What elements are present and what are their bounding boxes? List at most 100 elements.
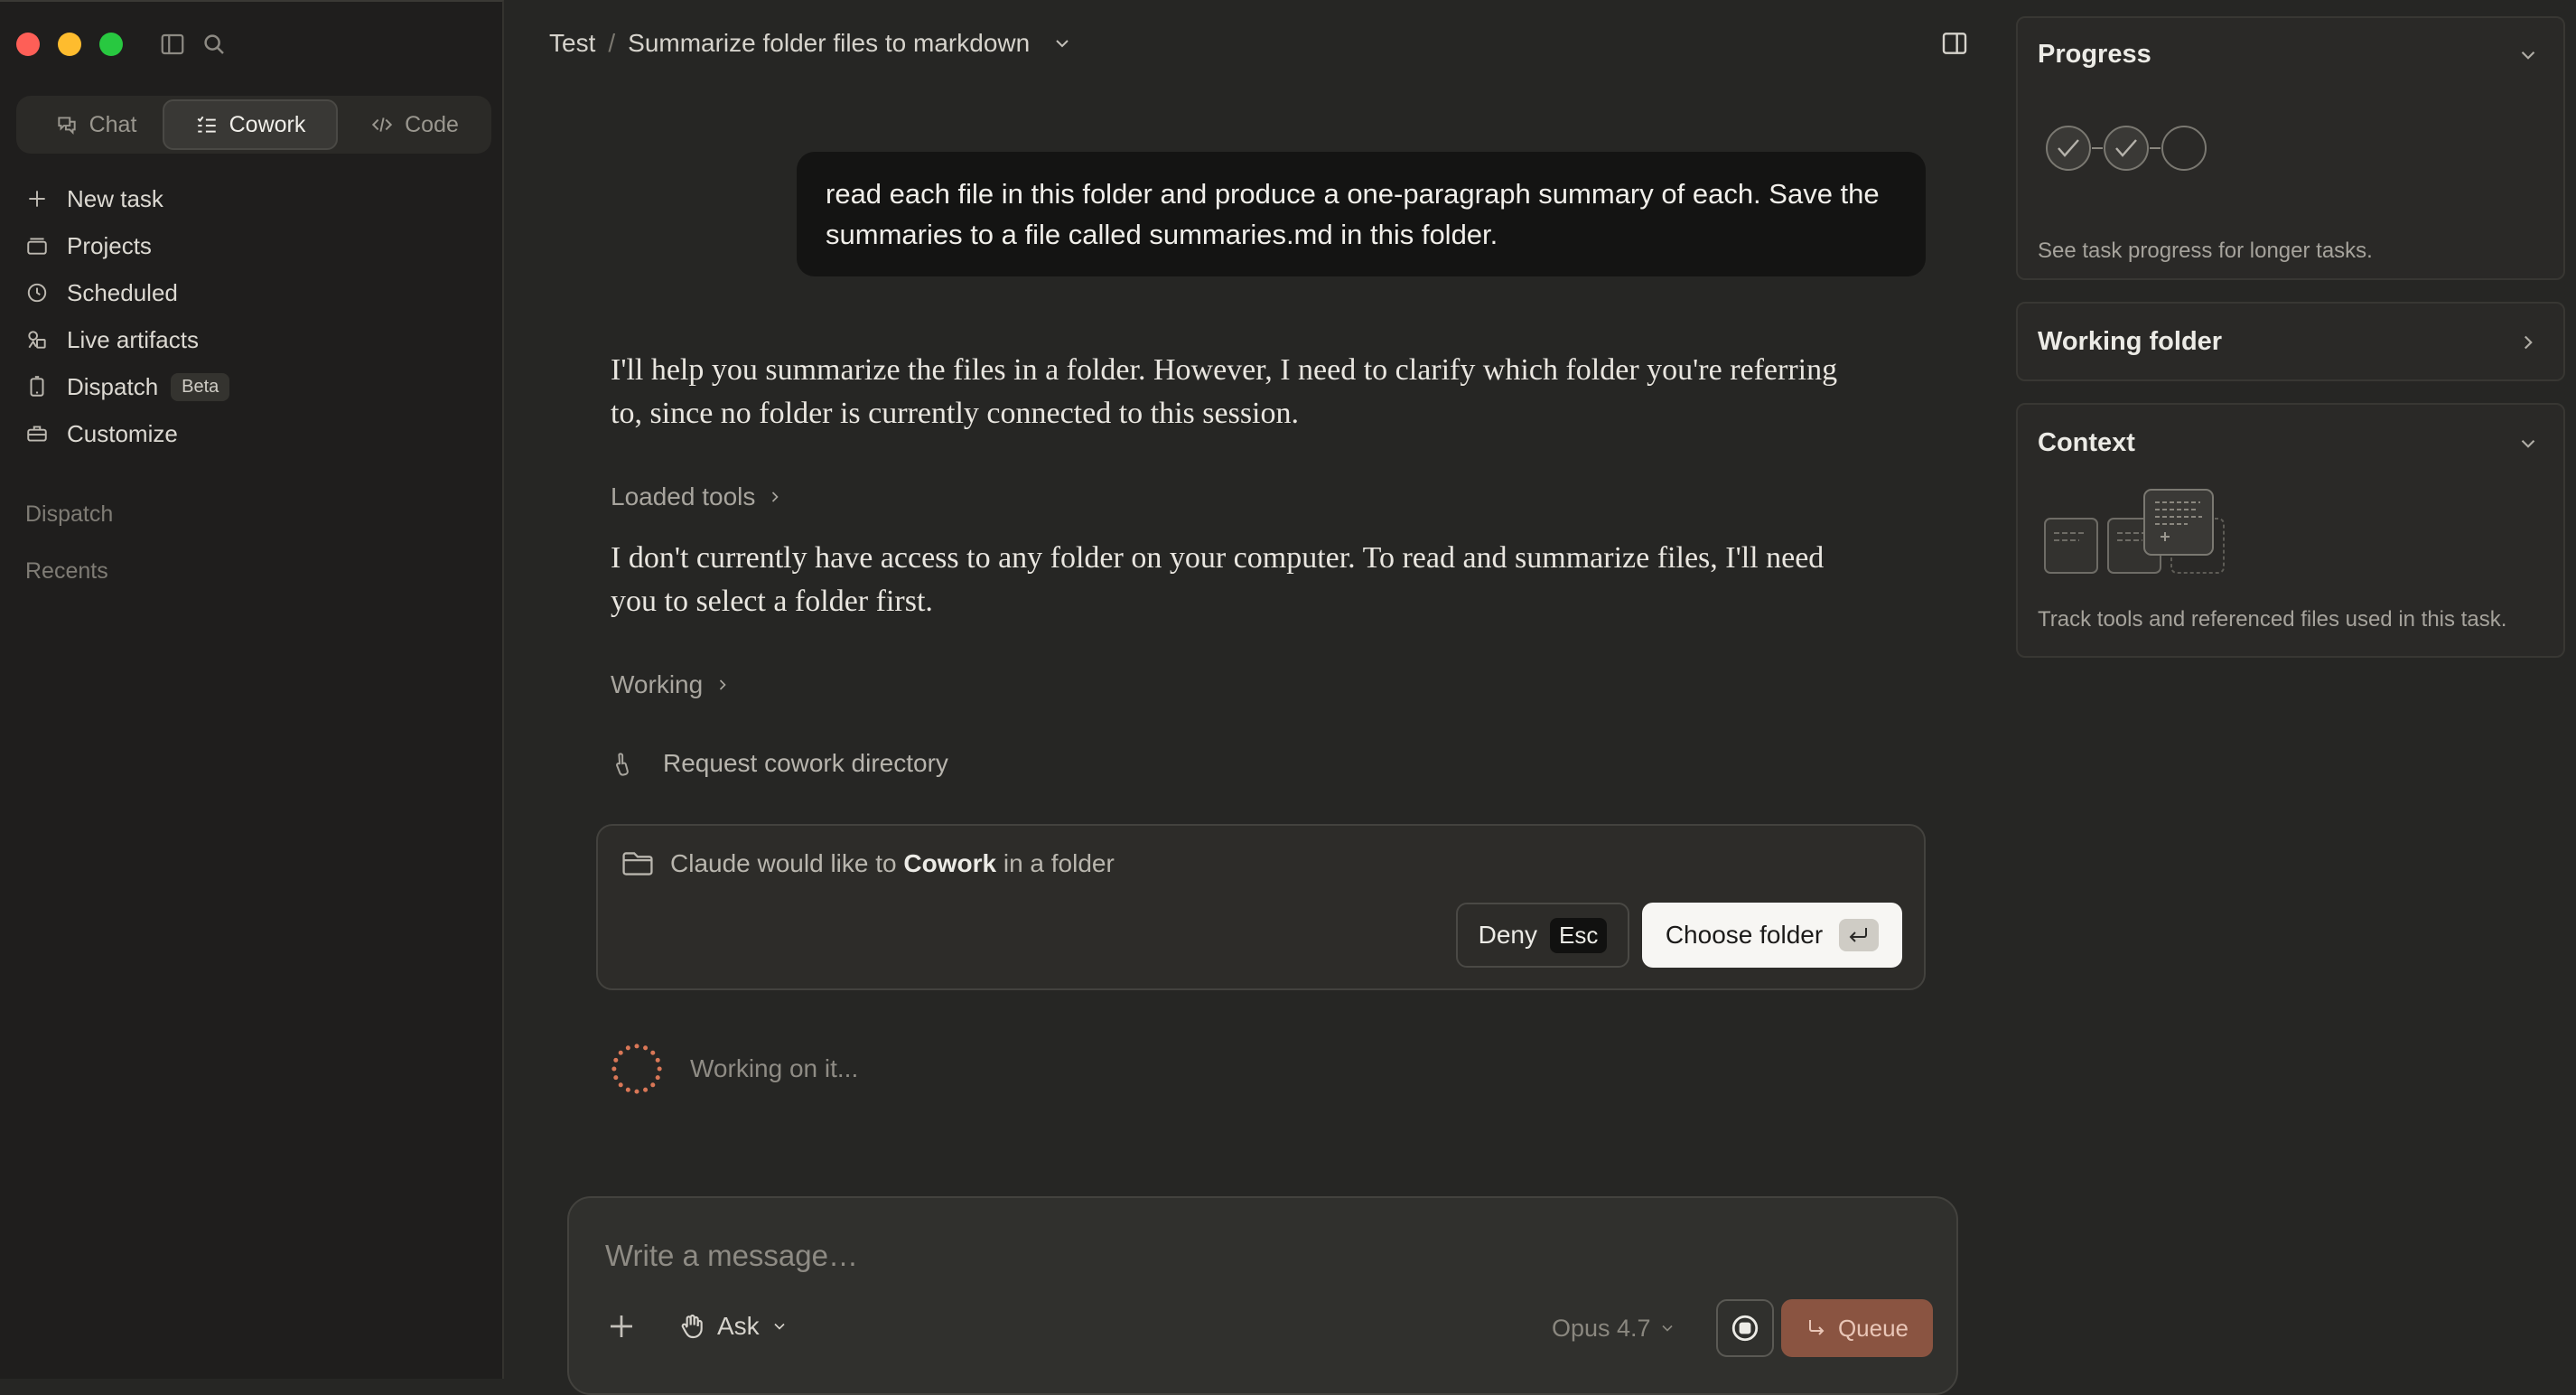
folder-stack-icon xyxy=(27,238,47,255)
stop-icon xyxy=(1731,1315,1759,1342)
beta-badge: Beta xyxy=(171,372,230,401)
close-window-button[interactable] xyxy=(16,33,40,56)
pointing-hand-icon xyxy=(616,753,629,776)
code-brackets-icon xyxy=(371,117,393,132)
sidebar-item-label: Projects xyxy=(67,231,152,259)
sidebar: Chat Cowork Code New task Projects Sched… xyxy=(0,0,504,1379)
chevron-down-icon xyxy=(774,1323,785,1330)
sidebar-item-projects[interactable]: Projects xyxy=(25,226,152,266)
message-composer: Ask Opus 4.7 Queue xyxy=(567,1196,1958,1395)
chevron-down-icon[interactable] xyxy=(2516,432,2540,455)
tool-call-label: Request cowork directory xyxy=(663,749,948,777)
context-files-illustration xyxy=(2044,489,2225,574)
chevron-right-icon xyxy=(2524,335,2533,350)
arrow-turn-down-right-icon xyxy=(1808,1320,1825,1335)
chevron-right-icon xyxy=(772,492,779,502)
loaded-tools-label: Loaded tools xyxy=(611,482,756,510)
sidebar-item-live-artifacts[interactable]: Live artifacts xyxy=(25,320,199,360)
mode-label: Ask xyxy=(717,1312,760,1340)
add-attachment-button[interactable] xyxy=(605,1310,638,1343)
permission-mode: Cowork xyxy=(903,849,997,877)
sidebar-item-label: Customize xyxy=(67,419,178,447)
permission-prefix: Claude would like to xyxy=(670,849,897,877)
plus-icon xyxy=(611,1315,632,1337)
tab-code-label: Code xyxy=(405,111,459,137)
permission-suffix: in a folder xyxy=(1003,849,1115,877)
progress-step-pending xyxy=(2161,126,2207,171)
progress-card: Progress See task progress for longer ta… xyxy=(2016,16,2565,280)
working-status: Working on it... xyxy=(611,1043,858,1095)
tab-code[interactable]: Code xyxy=(341,99,488,150)
working-folder-title: Working folder xyxy=(2038,327,2223,356)
breadcrumb-project[interactable]: Test xyxy=(549,29,595,58)
context-card: Context Track tools and referenced files… xyxy=(2016,403,2565,658)
choose-folder-label: Choose folder xyxy=(1665,921,1824,949)
permission-request-card: Claude would like to Cowork in a folder … xyxy=(596,824,1926,990)
assistant-message: I don't currently have access to any fol… xyxy=(611,541,1825,618)
deny-button-label: Deny xyxy=(1478,921,1538,949)
search-icon[interactable] xyxy=(201,31,228,58)
maximize-window-button[interactable] xyxy=(99,33,123,56)
plus-icon xyxy=(29,191,45,207)
sidebar-item-scheduled[interactable]: Scheduled xyxy=(25,273,178,313)
folder-icon xyxy=(622,852,653,875)
mode-switcher: Chat Cowork Code xyxy=(16,96,491,154)
tab-chat-label: Chat xyxy=(89,111,137,137)
chat-bubbles-icon xyxy=(57,117,76,136)
model-label: Opus 4.7 xyxy=(1552,1314,1651,1342)
minimize-window-button[interactable] xyxy=(58,33,81,56)
hand-icon xyxy=(681,1314,703,1339)
breadcrumb-separator: / xyxy=(608,29,616,57)
section-label-recents[interactable]: Recents xyxy=(25,558,108,585)
stop-button[interactable] xyxy=(1716,1299,1774,1357)
sidebar-item-label: Live artifacts xyxy=(67,325,199,353)
chevron-right-icon xyxy=(720,679,726,690)
enter-shortcut-badge xyxy=(1839,919,1880,951)
working-folder-card[interactable]: Working folder xyxy=(2016,302,2565,381)
working-label: Working xyxy=(611,670,704,698)
tab-cowork-label: Cowork xyxy=(229,111,306,137)
chevron-down-icon[interactable] xyxy=(2516,43,2540,67)
tab-cowork[interactable]: Cowork xyxy=(163,99,338,150)
page-title[interactable]: Summarize folder files to markdown xyxy=(628,29,1030,58)
context-description: Track tools and referenced files used in… xyxy=(2038,607,2507,632)
progress-steps xyxy=(2046,126,2207,171)
briefcase-icon xyxy=(27,426,47,442)
section-label-dispatch[interactable]: Dispatch xyxy=(25,501,113,528)
assistant-message: I'll help you summarize the files in a f… xyxy=(611,353,1838,430)
permission-message: Claude would like to Cowork in a folder xyxy=(621,849,1115,878)
tool-call-row[interactable]: Request cowork directory xyxy=(611,744,948,783)
context-title: Context xyxy=(2038,428,2135,457)
sidebar-item-dispatch[interactable]: Dispatch Beta xyxy=(25,367,230,407)
clock-icon xyxy=(27,283,47,303)
user-message: read each file in this folder and produc… xyxy=(797,152,1926,276)
shapes-icon xyxy=(28,331,46,349)
panel-toggle-icon[interactable] xyxy=(1940,29,1969,58)
chevron-down-icon[interactable] xyxy=(1051,33,1073,54)
sidebar-toggle-icon[interactable] xyxy=(159,31,186,58)
phone-icon xyxy=(30,376,44,397)
model-selector[interactable]: Opus 4.7 xyxy=(1552,1310,1676,1346)
checklist-icon xyxy=(197,116,216,133)
progress-step-done xyxy=(2104,126,2149,171)
sidebar-item-new-task[interactable]: New task xyxy=(25,179,163,219)
working-status-text: Working on it... xyxy=(690,1054,859,1082)
working-toggle[interactable]: Working xyxy=(611,670,732,699)
mode-selector[interactable]: Ask xyxy=(677,1308,789,1344)
queue-button[interactable]: Queue xyxy=(1781,1299,1933,1357)
tab-chat[interactable]: Chat xyxy=(20,99,172,150)
spinner-icon xyxy=(611,1044,662,1094)
deny-button[interactable]: Deny Esc xyxy=(1456,903,1629,968)
breadcrumb: Test / Summarize folder files to markdow… xyxy=(549,25,1073,61)
message-input[interactable] xyxy=(605,1236,1779,1276)
chevron-down-icon xyxy=(1661,1325,1673,1332)
return-key-icon xyxy=(1849,928,1868,942)
progress-description: See task progress for longer tasks. xyxy=(2038,239,2373,263)
sidebar-item-label: New task xyxy=(67,184,163,212)
sidebar-item-customize[interactable]: Customize xyxy=(25,414,178,454)
loaded-tools-toggle[interactable]: Loaded tools xyxy=(611,482,784,511)
sidebar-item-label: Scheduled xyxy=(67,278,178,306)
esc-shortcut-badge: Esc xyxy=(1550,917,1608,953)
sidebar-item-label: Dispatch xyxy=(67,372,159,400)
choose-folder-button[interactable]: Choose folder xyxy=(1642,903,1902,968)
